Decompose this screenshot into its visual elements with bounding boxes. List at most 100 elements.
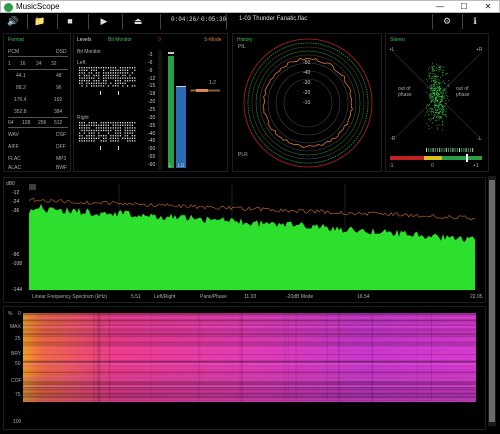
- history-ring-label: -30: [303, 80, 311, 86]
- bit-cell: [100, 135, 102, 137]
- divider: [462, 14, 463, 29]
- gonio-point: [440, 77, 441, 78]
- bit-cell: [88, 137, 90, 139]
- bit-cell: [119, 127, 121, 129]
- bit-cell: [93, 137, 95, 139]
- bit-cell: [124, 77, 126, 79]
- gonio-point: [434, 93, 436, 94]
- spectrogram-streak: [23, 333, 476, 334]
- musicscope-window: MusicScope — ☐ ✕ 🔊 📁 ■ ▶ ⏏ 0:04:26 / 0:0…: [0, 0, 500, 434]
- bit-cell: [112, 135, 114, 137]
- maximize-button[interactable]: ☐: [453, 1, 475, 13]
- bit-cell: [107, 122, 109, 124]
- bit-cell: [91, 69, 93, 71]
- scrollbar[interactable]: [488, 176, 496, 426]
- gonio-point: [428, 118, 429, 120]
- gonio-point: [426, 122, 427, 124]
- gonio-point: [434, 96, 436, 98]
- bit-cell: [131, 135, 133, 137]
- bit-cell: [91, 77, 93, 79]
- pcm-label: PCM: [8, 49, 20, 55]
- spectrogram-streak: [23, 391, 476, 393]
- bit-cell: [127, 137, 129, 139]
- bit-depth: 16: [20, 61, 26, 67]
- bit-cell: [88, 77, 90, 79]
- mode-left-right[interactable]: Left/Right: [154, 294, 175, 300]
- bit-cell: [83, 77, 85, 79]
- gonio-point: [431, 92, 433, 94]
- bit-cell: [117, 127, 119, 129]
- bit-cell: [103, 82, 105, 84]
- gonio-point: [445, 103, 447, 105]
- bit-cell: [88, 140, 90, 142]
- volume-icon[interactable]: 🔊: [6, 15, 20, 28]
- gonio-point: [440, 110, 442, 112]
- bit-cell: [100, 140, 102, 142]
- gear-icon[interactable]: ⚙: [440, 15, 454, 28]
- gonio-point: [435, 109, 436, 110]
- gonio-point: [441, 99, 443, 100]
- bit-cell: [91, 72, 93, 74]
- gonio-point: [432, 94, 434, 96]
- spectrogram-column: [326, 313, 328, 402]
- gonio-point: [440, 104, 442, 105]
- bit-cell: [103, 80, 105, 82]
- stop-button[interactable]: ■: [63, 15, 77, 28]
- gonio-point: [439, 107, 441, 109]
- bit-cell: [134, 67, 136, 69]
- bit-cell: [100, 124, 102, 126]
- spectrogram-streak: [23, 335, 476, 338]
- mode-20db[interactable]: -20dB Mode: [286, 294, 313, 300]
- gonio-point: [438, 124, 440, 126]
- bit-cell: [122, 137, 124, 139]
- bit-cell: [112, 74, 114, 77]
- gonio-point: [433, 95, 435, 96]
- gonio-point: [433, 101, 435, 102]
- folder-icon[interactable]: 📁: [33, 15, 47, 28]
- bit-cell: [117, 124, 119, 126]
- info-icon[interactable]: ℹ: [468, 15, 482, 28]
- bit-cell: [115, 135, 117, 137]
- bit-cell: [107, 127, 109, 129]
- gonio-point: [434, 100, 436, 102]
- gonio-point: [439, 82, 441, 84]
- bit-cell: [117, 80, 119, 82]
- gonio-point: [435, 80, 437, 81]
- scrollbar-thumb[interactable]: [489, 180, 495, 422]
- gonio-point: [444, 105, 446, 107]
- bit-cell: [83, 127, 85, 129]
- gonio-point: [431, 101, 432, 102]
- divider: [122, 14, 123, 29]
- bit-cell: [98, 82, 100, 84]
- gonio-point: [441, 105, 443, 107]
- eject-icon[interactable]: ⏏: [131, 15, 145, 28]
- gonio-point: [434, 70, 436, 71]
- gonio-point: [447, 72, 449, 74]
- bit-cell: [105, 74, 107, 77]
- bit-cell: [83, 140, 85, 142]
- bit-cell: [110, 72, 112, 74]
- gonio-point: [442, 74, 443, 76]
- bit-cell: [86, 67, 88, 69]
- mode-pans-phase[interactable]: Pans/Phase: [200, 294, 227, 300]
- bit-cell: [103, 85, 105, 87]
- play-button[interactable]: ▶: [97, 15, 111, 28]
- spectrogram-streak: [23, 375, 476, 377]
- bit-cell: [124, 122, 126, 124]
- bit-cell: [131, 129, 133, 132]
- minimize-button[interactable]: —: [429, 1, 451, 13]
- bit-cell: [95, 67, 97, 69]
- close-button[interactable]: ✕: [477, 1, 499, 13]
- bit-cell: [81, 127, 83, 129]
- bit-cell: [93, 132, 95, 134]
- bit-cell: [105, 129, 107, 132]
- bit-cell: [105, 80, 107, 82]
- gonio-point: [441, 107, 443, 109]
- gonio-point: [443, 109, 445, 110]
- gonio-point: [436, 82, 438, 84]
- left-peak-meter: [168, 56, 174, 168]
- bit-cell: [95, 72, 97, 74]
- bit-cell: [107, 85, 109, 87]
- gonio-point: [432, 63, 434, 65]
- gonio-point: [426, 91, 428, 93]
